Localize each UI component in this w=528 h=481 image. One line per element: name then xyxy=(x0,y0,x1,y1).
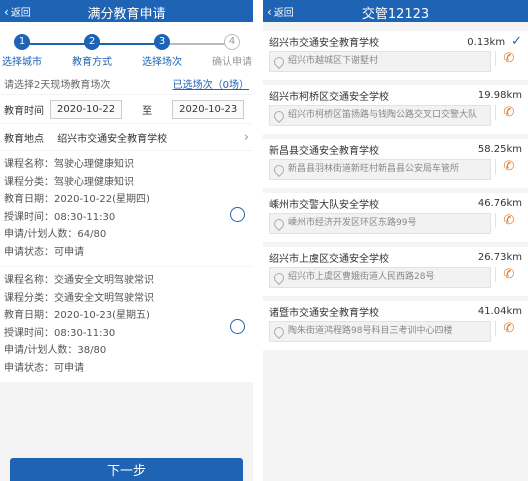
date-separator: 至 xyxy=(142,105,153,117)
school-name: 诸暨市交通安全教育学校 xyxy=(269,307,379,319)
course-status: 申请状态：可申请 xyxy=(4,362,84,374)
course-time: 授课时间：08:30-11:30 xyxy=(4,327,116,339)
address-box: 新昌县羽林街道新旺村新昌县公安局车管所 xyxy=(269,159,491,180)
address-box: 嵊州市经济开发区环区东路99号 xyxy=(269,213,491,234)
school-distance: 46.76km xyxy=(477,197,522,209)
school-address: 嵊州市经济开发区环区东路99号 xyxy=(288,218,417,228)
next-step-button[interactable]: 下一步 xyxy=(10,458,243,481)
school-address: 绍兴市上虞区曹娥街道人民西路28号 xyxy=(288,272,435,282)
school-name: 绍兴市上虞区交通安全学校 xyxy=(269,253,389,265)
phone-icon[interactable]: ✆ xyxy=(495,51,522,66)
school-item[interactable]: 绍兴市交通安全教育学校 0.13km ✓ 绍兴市越城区下谢墅村 ✆ xyxy=(263,31,528,80)
location-pin-icon xyxy=(271,216,287,232)
chevron-right-icon: › xyxy=(243,129,249,145)
course-name: 课程名称：驾驶心理健康知识 xyxy=(4,159,134,170)
course-date: 教育日期：2020-10-23(星期五) xyxy=(4,310,150,321)
location-pin-icon xyxy=(271,108,287,124)
school-distance: 58.25km xyxy=(477,143,522,155)
date-label: 教育时间 xyxy=(4,105,44,117)
location-pin-icon xyxy=(271,324,287,340)
place-value: 绍兴市交通安全教育学校 xyxy=(57,133,168,145)
select-prompt-row: 请选择2天现场教育场次 已选场次（0场） xyxy=(0,72,253,94)
location-pin-icon xyxy=(271,270,287,286)
step-1: 1 选择城市 xyxy=(2,34,42,68)
school-name: 绍兴市柯桥区交通安全学校 xyxy=(269,91,389,103)
school-address: 绍兴市柯桥区笛扬路与钱陶公路交叉口交警大队 xyxy=(288,110,478,120)
step-indicator: 1 选择城市 2 教育方式 3 选择场次 4 确认申请 xyxy=(0,22,253,72)
school-name: 嵊州市交警大队安全学校 xyxy=(269,199,379,211)
phone-icon[interactable]: ✆ xyxy=(495,213,522,228)
course-status: 申请状态：可申请 xyxy=(4,246,84,258)
school-address: 新昌县羽林街道新旺村新昌县公安局车管所 xyxy=(288,164,460,174)
course-name: 课程名称：交通安全文明驾驶常识 xyxy=(4,275,154,286)
school-distance: 41.04km xyxy=(477,305,522,317)
course-card[interactable]: 课程名称：交通安全文明驾驶常识 课程分类：交通安全文明驾驶常识 教育日期：202… xyxy=(0,267,253,382)
phone-icon[interactable]: ✆ xyxy=(495,159,522,174)
left-screen: ‹ 返回 满分教育申请 1 选择城市 2 教育方式 3 选择场次 4 确认申请 请选择2… xyxy=(0,0,253,481)
date-to-field[interactable]: 2020-10-23 xyxy=(172,99,245,119)
select-prompt: 请选择2天现场教育场次 xyxy=(4,79,111,91)
address-box: 绍兴市上虞区曹娥街道人民西路28号 xyxy=(269,267,491,288)
phone-icon[interactable]: ✆ xyxy=(495,105,522,120)
checkmark-icon: ✓ xyxy=(511,33,522,49)
step-3: 3 选择场次 xyxy=(142,34,182,68)
school-list: 绍兴市交通安全教育学校 0.13km ✓ 绍兴市越城区下谢墅村 ✆ 绍兴市柯桥区交… xyxy=(263,31,528,350)
course-radio[interactable] xyxy=(230,319,245,334)
school-item[interactable]: 绍兴市上虞区交通安全学校 26.73km 绍兴市上虞区曹娥街道人民西路28号 ✆ xyxy=(263,247,528,296)
school-item[interactable]: 诸暨市交通安全教育学校 41.04km 陶朱街道鸿程路98号科目三考训中心四楼 … xyxy=(263,301,528,350)
step-2: 2 教育方式 xyxy=(72,34,112,68)
address-box: 绍兴市柯桥区笛扬路与钱陶公路交叉口交警大队 xyxy=(269,105,491,126)
school-address: 陶朱街道鸿程路98号科目三考训中心四楼 xyxy=(288,326,453,336)
school-item[interactable]: 新昌县交通安全教育学校 58.25km 新昌县羽林街道新旺村新昌县公安局车管所 … xyxy=(263,139,528,188)
selected-sessions-link[interactable]: 已选场次（0场） xyxy=(173,76,249,91)
course-radio[interactable] xyxy=(230,207,245,222)
course-card[interactable]: 课程名称：驾驶心理健康知识 课程分类：驾驶心理健康知识 教育日期：2020-10… xyxy=(0,151,253,266)
course-time: 授课时间：08:30-11:30 xyxy=(4,211,116,223)
school-item[interactable]: 绍兴市柯桥区交通安全学校 19.98km 绍兴市柯桥区笛扬路与钱陶公路交叉口交警… xyxy=(263,85,528,134)
right-screen: ‹ 返回 交管12123 绍兴市交通安全教育学校 0.13km ✓ 绍兴市越城区下… xyxy=(263,0,528,481)
school-address: 绍兴市越城区下谢墅村 xyxy=(288,56,379,66)
school-distance: 26.73km xyxy=(477,251,522,263)
header: ‹ 返回 满分教育申请 xyxy=(0,0,253,22)
step-4: 4 确认申请 xyxy=(212,34,252,68)
location-pin-icon xyxy=(271,162,287,178)
place-row[interactable]: 教育地点 绍兴市交通安全教育学校 › xyxy=(0,124,253,150)
school-distance: 0.13km xyxy=(467,36,506,48)
school-distance: 19.98km xyxy=(477,89,522,101)
course-category: 课程分类：交通安全文明驾驶常识 xyxy=(4,292,154,304)
divider xyxy=(253,0,263,481)
course-category: 课程分类：驾驶心理健康知识 xyxy=(4,176,134,188)
page-title: 交管12123 xyxy=(361,7,430,22)
school-name: 绍兴市交通安全教育学校 xyxy=(269,37,379,49)
page-title: 满分教育申请 xyxy=(87,7,166,22)
header: ‹ 返回 交管12123 xyxy=(263,0,528,22)
address-box: 陶朱街道鸿程路98号科目三考训中心四楼 xyxy=(269,321,491,342)
course-count: 申请/计划人数：64/80 xyxy=(4,229,107,240)
school-item[interactable]: 嵊州市交警大队安全学校 46.76km 嵊州市经济开发区环区东路99号 ✆ xyxy=(263,193,528,242)
date-row: 教育时间 2020-10-22 至 2020-10-23 xyxy=(0,95,253,123)
school-name: 新昌县交通安全教育学校 xyxy=(269,145,379,157)
course-date: 教育日期：2020-10-22(星期四) xyxy=(4,194,150,205)
phone-icon[interactable]: ✆ xyxy=(495,321,522,336)
phone-icon[interactable]: ✆ xyxy=(495,267,522,282)
address-box: 绍兴市越城区下谢墅村 xyxy=(269,51,491,72)
course-count: 申请/计划人数：38/80 xyxy=(4,345,107,356)
location-pin-icon xyxy=(271,54,287,70)
date-from-field[interactable]: 2020-10-22 xyxy=(50,99,123,119)
place-label: 教育地点 xyxy=(4,133,44,145)
